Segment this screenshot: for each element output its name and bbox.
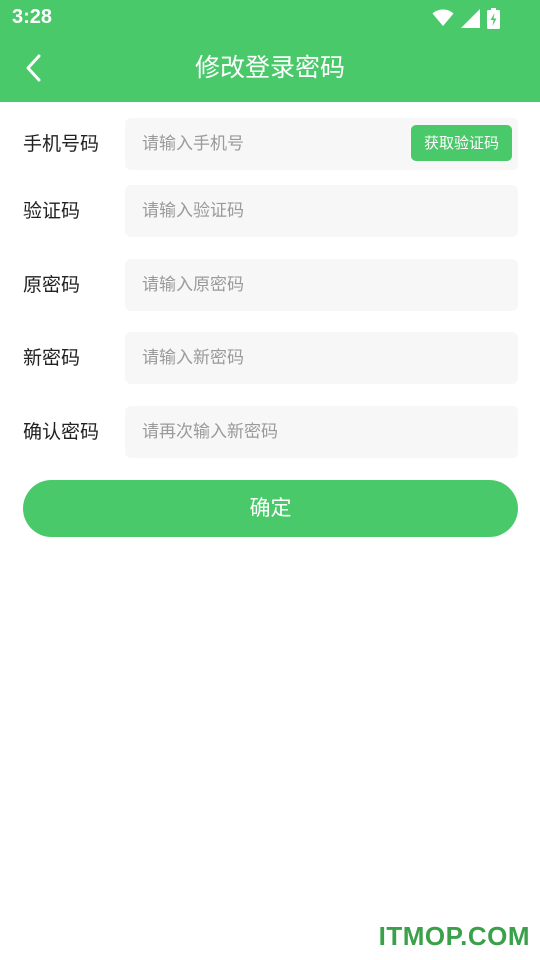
confirm-password-row: 确认密码 (0, 406, 540, 458)
old-password-input-box (125, 259, 518, 311)
status-icons (432, 7, 500, 29)
phone-label: 手机号码 (23, 133, 100, 155)
confirm-password-input-box (125, 406, 518, 458)
confirm-password-label: 确认密码 (23, 421, 100, 443)
app-bar: 3:28 修改登录密码 (0, 0, 540, 102)
old-password-row: 原密码 (0, 259, 540, 311)
status-time: 3:28 (12, 6, 53, 28)
old-password-input[interactable] (125, 259, 518, 311)
new-password-row: 新密码 (0, 332, 540, 384)
code-input-box (125, 185, 518, 237)
phone-input-box: 获取验证码 (125, 118, 518, 170)
status-bar: 3:28 (0, 0, 540, 36)
code-input[interactable] (125, 185, 518, 237)
change-login-password-screen: 3:28 修改登录密码 手机号码 请输入手机号 获取验证码 验证码 请输入验证码… (0, 0, 540, 960)
phone-row: 手机号码 获取验证码 (0, 118, 540, 170)
new-password-input-box (125, 332, 518, 384)
watermark-logo: ITMOP.COM (378, 921, 530, 951)
toolbar: 修改登录密码 (0, 36, 540, 102)
code-row: 验证码 (0, 185, 540, 237)
new-password-label: 新密码 (23, 347, 81, 369)
wifi-icon (432, 9, 454, 27)
page-title: 修改登录密码 (194, 53, 345, 82)
cellular-signal-icon (461, 8, 480, 28)
battery-charging-icon (487, 7, 500, 29)
old-password-label: 原密码 (23, 274, 81, 296)
confirm-password-input[interactable] (125, 406, 518, 458)
get-code-button[interactable]: 获取验证码 (411, 125, 512, 161)
new-password-input[interactable] (125, 332, 518, 384)
phone-input[interactable] (125, 118, 405, 170)
confirm-button[interactable]: 确定 (23, 480, 518, 537)
code-label: 验证码 (23, 200, 81, 222)
